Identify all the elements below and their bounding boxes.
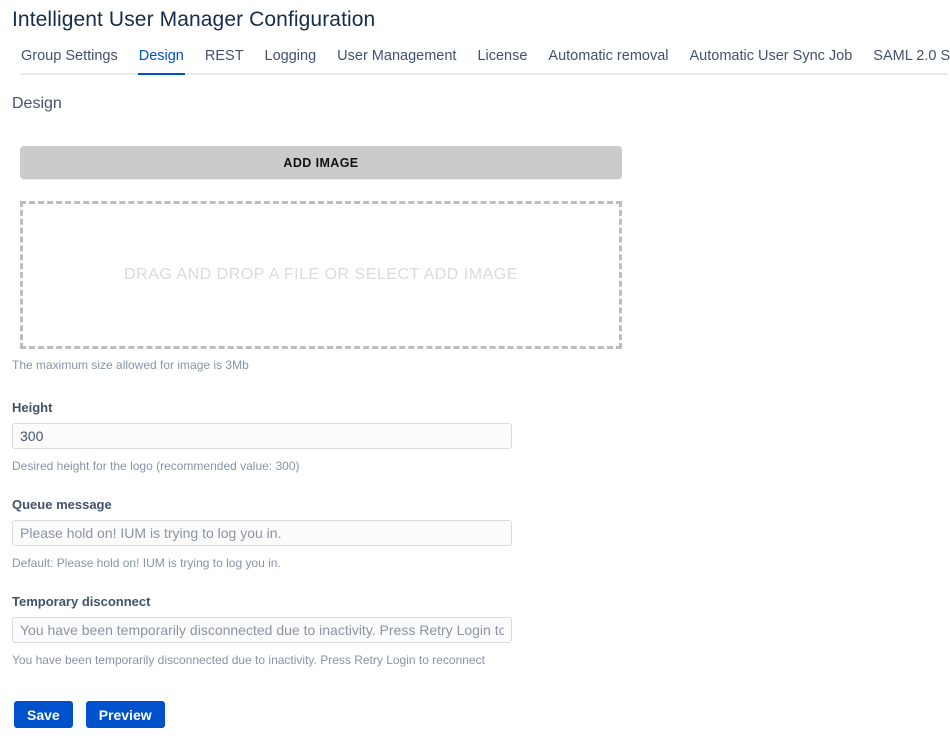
- tab-group-settings[interactable]: Group Settings: [20, 48, 119, 75]
- temporary-disconnect-helper-text: You have been temporarily disconnected d…: [12, 653, 950, 667]
- tab-user-management[interactable]: User Management: [336, 48, 457, 75]
- form-actions: Save Preview: [14, 701, 950, 728]
- page-title: Intelligent User Manager Configuration: [12, 8, 950, 32]
- tab-rest[interactable]: REST: [204, 48, 245, 75]
- queue-message-label: Queue message: [12, 497, 950, 512]
- section-heading: Design: [12, 95, 950, 113]
- save-button[interactable]: Save: [14, 701, 73, 728]
- dropzone-hint-text: DRAG AND DROP A FILE OR SELECT ADD IMAGE: [124, 266, 518, 284]
- height-input[interactable]: [12, 423, 512, 449]
- height-field-group: Height Desired height for the logo (reco…: [12, 400, 950, 473]
- tab-license[interactable]: License: [476, 48, 528, 75]
- tab-saml-sso[interactable]: SAML 2.0 SSO: [872, 48, 950, 75]
- logo-uploader: ADD IMAGE DRAG AND DROP A FILE OR SELECT…: [20, 146, 622, 372]
- temporary-disconnect-field-group: Temporary disconnect You have been tempo…: [12, 594, 950, 667]
- design-config-page: Intelligent User Manager Configuration G…: [0, 8, 950, 740]
- tab-automatic-removal[interactable]: Automatic removal: [547, 48, 669, 75]
- add-image-button[interactable]: ADD IMAGE: [20, 146, 622, 179]
- temporary-disconnect-input[interactable]: [12, 617, 512, 643]
- temporary-disconnect-label: Temporary disconnect: [12, 594, 950, 609]
- tab-logging[interactable]: Logging: [264, 48, 318, 75]
- max-size-helper-text: The maximum size allowed for image is 3M…: [12, 358, 622, 372]
- image-dropzone[interactable]: DRAG AND DROP A FILE OR SELECT ADD IMAGE: [20, 201, 622, 349]
- tab-automatic-user-sync-job[interactable]: Automatic User Sync Job: [689, 48, 854, 75]
- queue-message-input[interactable]: [12, 520, 512, 546]
- queue-message-helper-text: Default: Please hold on! IUM is trying t…: [12, 556, 950, 570]
- preview-button[interactable]: Preview: [86, 701, 165, 728]
- height-helper-text: Desired height for the logo (recommended…: [12, 459, 950, 473]
- height-label: Height: [12, 400, 950, 415]
- config-tabbar: Group Settings Design REST Logging User …: [20, 48, 948, 75]
- tab-design[interactable]: Design: [138, 48, 185, 75]
- design-form: Height Desired height for the logo (reco…: [12, 400, 950, 667]
- queue-message-field-group: Queue message Default: Please hold on! I…: [12, 497, 950, 570]
